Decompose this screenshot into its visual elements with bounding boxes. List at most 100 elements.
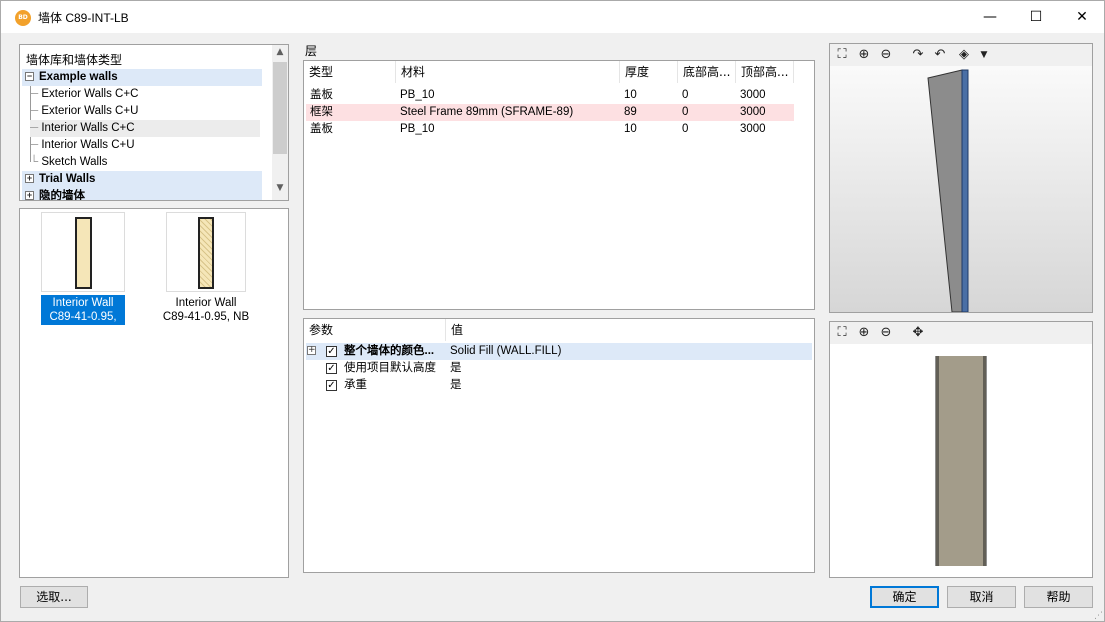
wall-library-tree[interactable]: 墙体库和墙体类型 − Example walls ─ Exterior Walls… (19, 44, 289, 201)
cell-thickness: 10 (624, 89, 637, 101)
parameters-table[interactable]: 参数 值 + ✓ 整个墙体的颜色... Solid Fill (WALL.FIL… (303, 318, 815, 573)
tree-group-example-walls[interactable]: − Example walls (22, 69, 262, 86)
param-name: 使用项目默认高度 (344, 362, 436, 374)
resize-grip-icon[interactable]: ⋰ (1094, 611, 1103, 621)
col-top-height[interactable]: 顶部高... (736, 61, 794, 83)
collapse-icon[interactable]: − (25, 72, 34, 82)
cell-type: 盖板 (310, 123, 333, 135)
wall-code: C89-41-0.95, LB (49, 311, 117, 337)
tree-group-trial-walls[interactable]: + Trial Walls (22, 171, 262, 188)
tree-item[interactable]: └ Sketch Walls (30, 154, 260, 171)
preview-3d-toolbar: ⛶ ⊕ ⊖ ↷ ↶ ◈ ▼ (830, 44, 1092, 66)
view-mode-icon[interactable]: ◈ (956, 47, 972, 63)
cell-top: 3000 (740, 89, 766, 101)
tree-scrollbar[interactable]: ▲ ▼ (272, 45, 288, 200)
cancel-button[interactable]: 取消 (947, 586, 1016, 608)
close-button[interactable]: ✕ (1059, 1, 1105, 33)
cell-material: Steel Frame 89mm (SFRAME-89) (400, 106, 574, 118)
tree-item-label: Sketch Walls (41, 156, 108, 168)
param-checkbox[interactable]: ✓ (326, 363, 337, 374)
col-thickness[interactable]: 厚度 (620, 61, 678, 83)
cell-material: PB_10 (400, 89, 435, 101)
tree-item-label: Exterior Walls C+C (41, 88, 139, 100)
cell-top: 3000 (740, 106, 766, 118)
pan-icon[interactable]: ✥ (910, 325, 926, 341)
cell-bottom: 0 (682, 106, 689, 118)
col-material[interactable]: 材料 (396, 61, 620, 83)
wall-dialog: BD 墙体 C89-INT-LB — ☐ ✕ 墙体库和墙体类型 − Example… (0, 0, 1105, 622)
wall-type-gallery[interactable]: Interior Wall C89-41-0.95, LB Interior W… (19, 208, 289, 578)
col-value[interactable]: 值 (446, 319, 586, 341)
cell-type: 盖板 (310, 89, 333, 101)
zoom-in-icon[interactable]: ⊕ (856, 47, 872, 63)
wall-3d-model (927, 69, 969, 312)
wall-section-plan (935, 356, 987, 566)
layers-table[interactable]: 类型 材料 厚度 底部高... 顶部高... 盖板 PB_10 10 0 300… (303, 60, 815, 310)
window-title: 墙体 C89-INT-LB (38, 11, 129, 25)
cell-bottom: 0 (682, 123, 689, 135)
scroll-thumb[interactable] (273, 62, 287, 154)
cell-top: 3000 (740, 123, 766, 135)
app-icon: BD (15, 10, 31, 26)
scroll-down-icon[interactable]: ▼ (272, 183, 288, 193)
chevron-down-icon[interactable]: ▼ (976, 47, 992, 63)
zoom-out-icon[interactable]: ⊖ (878, 325, 894, 341)
cell-material: PB_10 (400, 123, 435, 135)
group-label: Trial Walls (39, 173, 96, 185)
param-name: 承重 (344, 379, 367, 391)
zoom-out-icon[interactable]: ⊖ (878, 47, 894, 63)
tree-item-label: Interior Walls C+C (41, 122, 135, 134)
group-label: Example walls (39, 71, 118, 83)
cell-bottom: 0 (682, 89, 689, 101)
wall-label-nb[interactable]: Interior Wall C89-41-0.95, NB (158, 295, 254, 325)
help-button[interactable]: 帮助 (1024, 586, 1093, 608)
wall-section-icon (75, 217, 92, 289)
tree-item[interactable]: ─ Exterior Walls C+C (30, 86, 260, 103)
wall-label-lb[interactable]: Interior Wall C89-41-0.95, LB (41, 295, 125, 337)
layers-group-label: 层 (305, 44, 318, 58)
param-value[interactable]: 是 (450, 377, 462, 394)
wall-thumb-nb[interactable] (166, 212, 246, 292)
expand-icon[interactable]: + (25, 174, 34, 184)
tree-item-label: Interior Walls C+U (41, 139, 135, 151)
tree-item[interactable]: ─ Interior Walls C+U (30, 137, 260, 154)
preview-2d[interactable]: ⛶ ⊕ ⊖ ✥ (829, 321, 1093, 578)
select-button[interactable]: 选取... (20, 586, 88, 608)
expand-icon[interactable]: + (25, 191, 34, 200)
zoom-extents-icon[interactable]: ⛶ (834, 47, 850, 63)
wall-thumb-lb[interactable] (41, 212, 125, 292)
scroll-up-icon[interactable]: ▲ (272, 47, 288, 57)
zoom-in-icon[interactable]: ⊕ (856, 325, 872, 341)
preview-3d-canvas[interactable] (830, 66, 1092, 312)
col-param[interactable]: 参数 (304, 319, 446, 341)
maximize-button[interactable]: ☐ (1013, 1, 1059, 33)
wall-code: C89-41-0.95, NB (162, 311, 250, 323)
preview-2d-toolbar: ⛶ ⊕ ⊖ ✥ (830, 322, 1092, 344)
zoom-extents-icon[interactable]: ⛶ (834, 325, 850, 341)
tree-item[interactable]: ─ Exterior Walls C+U (30, 103, 260, 120)
param-checkbox[interactable]: ✓ (326, 346, 337, 357)
cell-thickness: 89 (624, 106, 637, 118)
rotate-right-icon[interactable]: ↶ (932, 47, 948, 63)
params-header-row: 参数 值 (304, 319, 814, 341)
ok-button[interactable]: 确定 (870, 586, 939, 608)
preview-3d[interactable]: ⛶ ⊕ ⊖ ↷ ↶ ◈ ▼ (829, 43, 1093, 313)
expand-icon[interactable]: + (307, 346, 316, 355)
preview-2d-canvas[interactable] (830, 344, 1092, 577)
col-bottom-height[interactable]: 底部高... (678, 61, 736, 83)
minimize-button[interactable]: — (967, 1, 1013, 33)
wall-name: Interior Wall (52, 297, 114, 309)
rotate-left-icon[interactable]: ↷ (910, 47, 926, 63)
param-value[interactable]: 是 (450, 360, 462, 377)
cell-type: 框架 (310, 106, 333, 118)
title-bar: BD 墙体 C89-INT-LB — ☐ ✕ (1, 1, 1104, 33)
param-name: 整个墙体的颜色... (344, 345, 435, 357)
param-checkbox[interactable]: ✓ (326, 380, 337, 391)
layers-header-row: 类型 材料 厚度 底部高... 顶部高... (304, 61, 814, 83)
cell-thickness: 10 (624, 123, 637, 135)
tree-group-hidden-walls[interactable]: + 隐的墙体 (22, 188, 262, 200)
param-value[interactable]: Solid Fill (WALL.FILL) (450, 343, 561, 360)
col-type[interactable]: 类型 (304, 61, 396, 83)
tree-item-selected[interactable]: ─ Interior Walls C+C (30, 120, 260, 137)
group-label: 隐的墙体 (39, 190, 85, 200)
